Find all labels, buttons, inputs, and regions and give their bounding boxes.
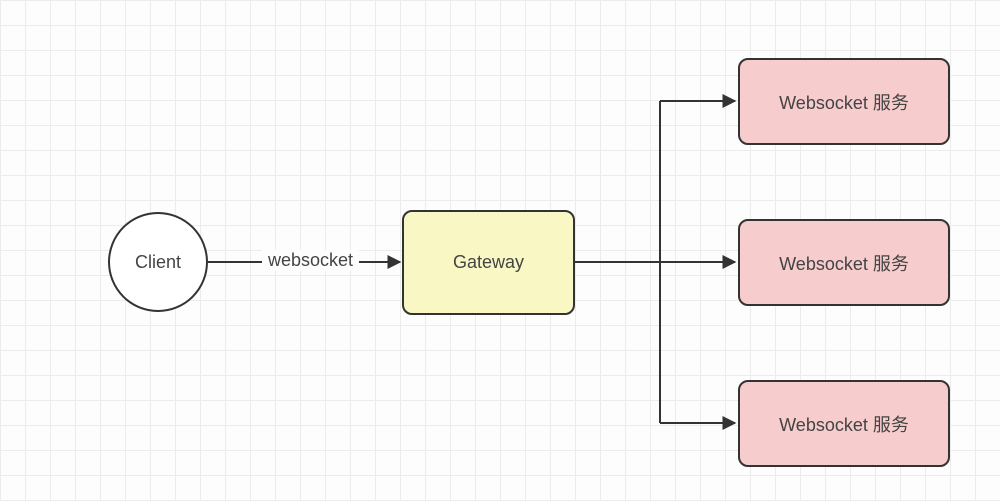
node-client-label: Client [135,252,181,273]
node-service2: Websocket 服务 [738,219,950,306]
node-service2-label: Websocket 服务 [779,250,909,276]
node-service3-label: Websocket 服务 [779,411,909,437]
node-gateway-label: Gateway [453,252,524,273]
node-client: Client [108,212,208,312]
node-gateway: Gateway [402,210,575,315]
edge-label-client-gateway: websocket [262,250,359,271]
node-service1-label: Websocket 服务 [779,89,909,115]
diagram-canvas: websocket Client Gateway Websocket 服务 We… [0,0,1000,501]
node-service3: Websocket 服务 [738,380,950,467]
node-service1: Websocket 服务 [738,58,950,145]
